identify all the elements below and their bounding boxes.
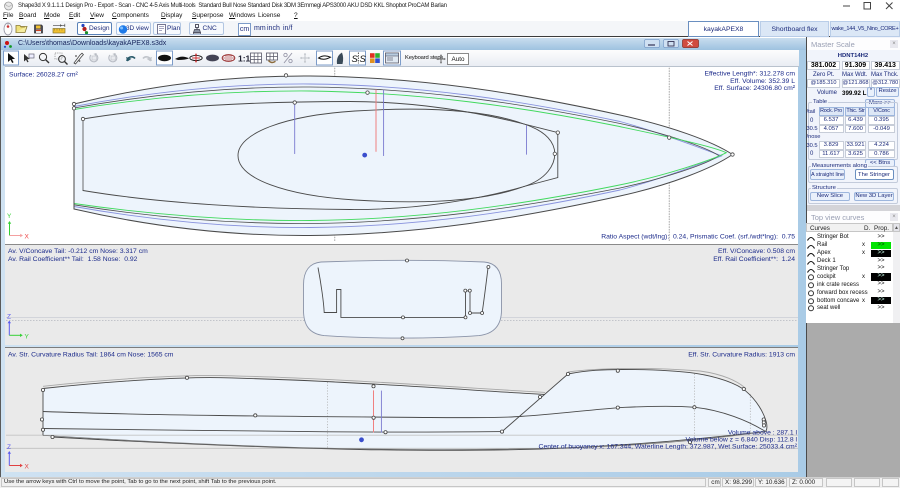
svg-text:1:1: 1:1 xyxy=(238,54,251,64)
svg-text:S: S xyxy=(360,54,367,65)
svg-text:S: S xyxy=(352,54,359,65)
